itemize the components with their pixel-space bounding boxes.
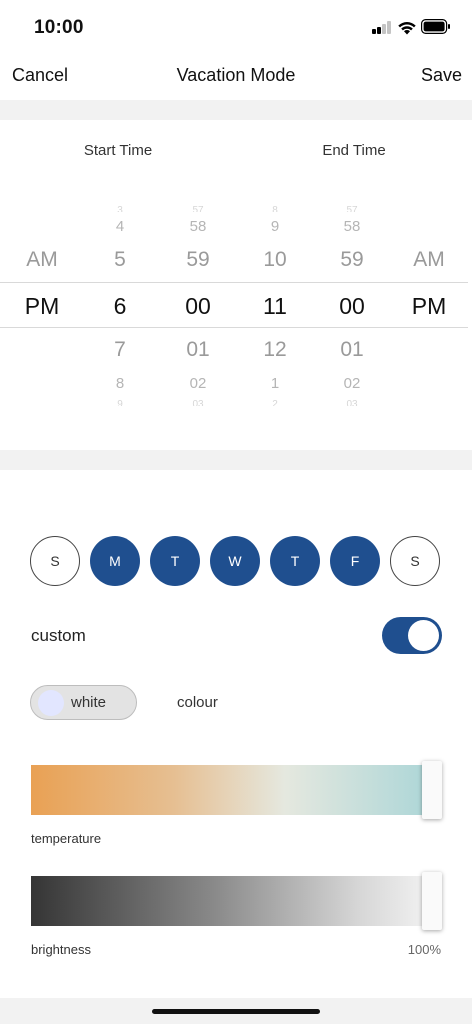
battery-icon	[421, 19, 450, 34]
end-minute-option[interactable]: 03	[317, 400, 387, 406]
start-hour-option[interactable]: 7	[85, 338, 155, 362]
white-color-swatch	[38, 690, 64, 716]
start-hour-option[interactable]: 8	[85, 375, 155, 392]
end-minute-option[interactable]: 58	[317, 218, 387, 235]
day-toggle-0[interactable]: S	[30, 536, 80, 586]
start-minute-option[interactable]: 59	[163, 248, 233, 272]
schedule-settings: SMTWTFS custom white colour temperature …	[0, 470, 472, 998]
time-picker: Start Time End Time AM PM 3 4 5 6 7 8 9 57 58 59 00 0…	[0, 120, 472, 450]
end-hour-selected-value[interactable]: 11	[240, 293, 310, 320]
end-hour-option[interactable]: 2	[240, 400, 310, 406]
start-minute-option[interactable]: 58	[163, 218, 233, 235]
colour-mode-button[interactable]: colour	[177, 694, 218, 711]
brightness-value: 100%	[407, 942, 441, 957]
end-ampm-selected-value[interactable]: PM	[394, 293, 464, 320]
custom-label: custom	[31, 626, 86, 645]
start-minute-option[interactable]: 03	[163, 400, 233, 406]
start-minute-option[interactable]: 57	[163, 206, 233, 212]
end-minute-option[interactable]: 57	[317, 206, 387, 212]
section-divider	[0, 100, 472, 120]
day-toggle-5[interactable]: F	[330, 536, 380, 586]
start-minute-option[interactable]: 01	[163, 338, 233, 362]
temperature-slider-thumb[interactable]	[422, 761, 442, 819]
start-minute-option[interactable]: 02	[163, 375, 233, 392]
start-hour-option[interactable]: 5	[85, 248, 155, 272]
end-minute-option[interactable]: 02	[317, 375, 387, 392]
start-ampm-wheel[interactable]: AM PM	[7, 120, 77, 450]
page-title: Vacation Mode	[176, 65, 296, 85]
day-toggle-4[interactable]: T	[270, 536, 320, 586]
end-minute-option[interactable]: 59	[317, 248, 387, 272]
end-hour-option[interactable]: 1	[240, 375, 310, 392]
start-hour-wheel[interactable]: 3 4 5 6 7 8 9	[85, 120, 155, 450]
start-hour-option[interactable]: 4	[85, 218, 155, 235]
end-minute-selected-value[interactable]: 00	[317, 293, 387, 320]
start-minute-selected-value[interactable]: 00	[163, 293, 233, 320]
start-hour-option[interactable]: 9	[85, 400, 155, 406]
home-indicator	[152, 1009, 320, 1014]
status-bar: 10:00	[0, 0, 472, 52]
start-ampm-selected-value[interactable]: PM	[7, 293, 77, 320]
start-minute-wheel[interactable]: 57 58 59 00 01 02 03	[163, 120, 233, 450]
start-ampm-option[interactable]: AM	[7, 248, 77, 272]
brightness-slider-thumb[interactable]	[422, 872, 442, 930]
cellular-signal-icon	[372, 20, 392, 34]
white-mode-label: white	[71, 694, 107, 711]
white-mode-button[interactable]: white	[30, 685, 137, 720]
start-hour-option[interactable]: 3	[85, 206, 155, 212]
wifi-icon	[398, 22, 416, 35]
temperature-label: temperature	[31, 831, 102, 846]
end-hour-option[interactable]: 8	[240, 206, 310, 212]
end-minute-option[interactable]: 01	[317, 338, 387, 362]
brightness-label: brightness	[31, 942, 91, 957]
end-ampm-wheel[interactable]: AM PM	[394, 120, 464, 450]
brightness-slider[interactable]	[31, 872, 442, 930]
status-time: 10:00	[34, 17, 84, 38]
end-hour-option[interactable]: 9	[240, 218, 310, 235]
temperature-slider[interactable]	[31, 761, 442, 819]
end-hour-option[interactable]: 10	[240, 248, 310, 272]
day-toggle-1[interactable]: M	[90, 536, 140, 586]
end-hour-wheel[interactable]: 8 9 10 11 12 1 2	[240, 120, 310, 450]
custom-toggle[interactable]	[382, 617, 442, 654]
start-hour-selected-value[interactable]: 6	[85, 293, 155, 320]
end-minute-wheel[interactable]: 57 58 59 00 01 02 03	[317, 120, 387, 450]
day-toggle-2[interactable]: T	[150, 536, 200, 586]
section-divider	[0, 450, 472, 470]
day-toggle-6[interactable]: S	[390, 536, 440, 586]
toggle-knob	[408, 620, 439, 651]
save-button[interactable]: Save	[421, 65, 462, 86]
day-toggle-3[interactable]: W	[210, 536, 260, 586]
navigation-bar: Cancel Vacation Mode Save	[0, 52, 472, 100]
end-hour-option[interactable]: 12	[240, 338, 310, 362]
end-ampm-option[interactable]: AM	[394, 248, 464, 272]
